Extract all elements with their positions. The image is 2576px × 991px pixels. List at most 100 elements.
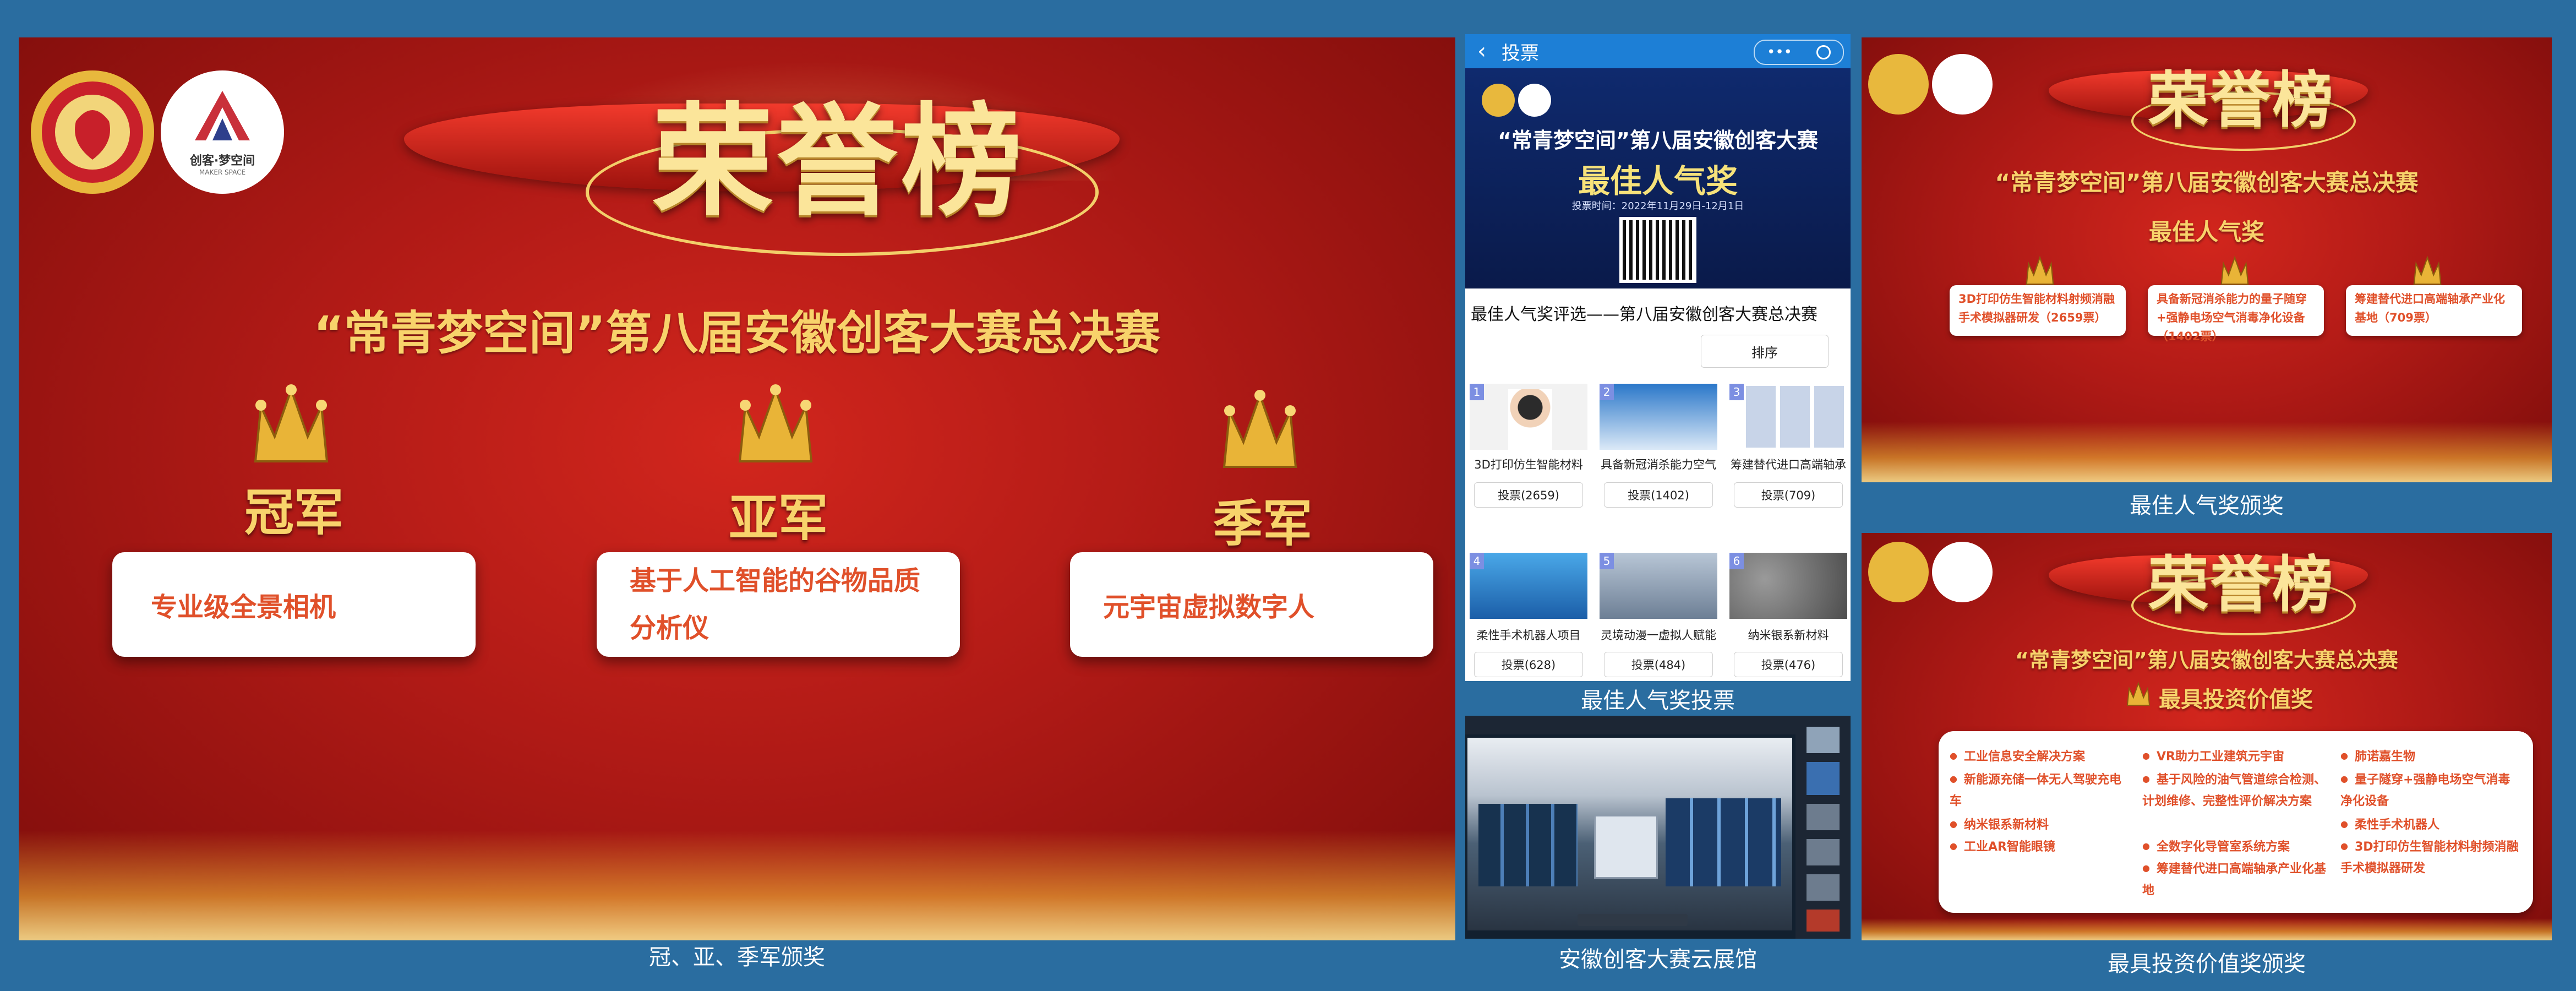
runner-up-card: 基于人工智能的谷物品质分析仪 xyxy=(597,552,960,657)
person-photo xyxy=(1508,389,1552,450)
vote-heading: 最佳人气奖评选——第八届安徽创客大赛总决赛 xyxy=(1471,305,1818,324)
bottom-glow xyxy=(1862,422,2552,482)
close-target-icon[interactable] xyxy=(1816,45,1831,59)
invest-item: 全数字化导管室系统方案 xyxy=(2142,837,2329,858)
alliance-logo xyxy=(31,70,154,194)
contest-title: “常青梦空间”第八届安徽创客大赛总决赛 xyxy=(313,306,1161,360)
back-icon[interactable]: ‹ xyxy=(1477,39,1486,64)
participant-avatar[interactable] xyxy=(1807,762,1840,795)
banner-award: 最佳人气奖 xyxy=(1578,162,1738,200)
main-honor-panel: 创客·梦空间 MAKER SPACE 荣誉榜 “常青梦空间”第八届安徽创客大赛总… xyxy=(19,37,1455,940)
entry-number: 4 xyxy=(1470,553,1484,569)
rank-label-third: 季军 xyxy=(1213,494,1312,553)
contest-title: “常青梦空间”第八届安徽创客大赛总决赛 xyxy=(2015,648,2398,672)
invest-item: 工业信息安全解决方案 xyxy=(1950,747,2131,768)
hall-3d-view xyxy=(1467,738,1792,930)
invest-item: 3D打印仿生智能材料射频消融手术模拟器研发 xyxy=(2340,837,2522,879)
sort-button[interactable]: 排序 xyxy=(1701,335,1829,368)
champion-project: 专业级全景相机 xyxy=(151,592,336,623)
honor-title: 荣誉榜 xyxy=(2148,64,2335,135)
popular-award-panel: 荣誉榜 “常青梦空间”第八届安徽创客大赛总决赛 最佳人气奖 3D打印仿生智能材料… xyxy=(1862,37,2552,482)
popular-winner-1: 3D打印仿生智能材料射频消融手术模拟器研发（2659票） xyxy=(1950,285,2126,336)
vote-phone-screen: ‹ 投票 ••• “常青梦空间”第八届安徽创客大赛 最佳人气奖 投票时间：202… xyxy=(1465,34,1851,681)
banner-logo xyxy=(1482,84,1515,117)
invest-item: 柔性手术机器人 xyxy=(2340,815,2522,836)
entry-name: 柔性手术机器人项目 xyxy=(1476,629,1581,642)
control-bar[interactable] xyxy=(1578,914,1688,926)
honor-title: 荣誉榜 xyxy=(2148,549,2335,620)
logo-text: 创客·梦空间 xyxy=(189,154,255,168)
third-project: 元宇宙虚拟数字人 xyxy=(1103,592,1315,623)
more-icon[interactable]: ••• xyxy=(1767,44,1792,61)
cloud-hall-screen xyxy=(1465,716,1851,939)
display-wall-left xyxy=(1478,804,1578,886)
award-title: 最佳人气奖 xyxy=(2148,219,2264,246)
entry-thumbnail[interactable]: 4 xyxy=(1470,553,1587,619)
runner-up-project: 基于人工智能的谷物品质分析仪 xyxy=(630,565,921,644)
entry-number: 1 xyxy=(1470,384,1484,400)
qr-code xyxy=(1619,217,1696,283)
vote-button[interactable]: 投票(1402) xyxy=(1604,482,1713,508)
entry-thumbnail[interactable]: 1 xyxy=(1470,384,1587,450)
display-wall-center xyxy=(1594,815,1658,879)
popular-winner-3: 筹建替代进口高端轴承产业化基地（709票） xyxy=(2346,285,2522,336)
entry-thumbnail[interactable]: 3 xyxy=(1729,384,1847,450)
cloud-hall-caption: 安徽创客大赛云展馆 xyxy=(1559,947,1757,972)
banner-title: “常青梦空间”第八届安徽创客大赛 xyxy=(1498,128,1818,153)
rank-label-champion: 冠军 xyxy=(244,483,343,542)
changqing-logo xyxy=(1932,54,1993,115)
entry-thumbnail[interactable]: 6 xyxy=(1729,553,1847,619)
logo-subtext: MAKER SPACE xyxy=(199,168,246,176)
bottom-glow xyxy=(19,830,1455,940)
team-photos xyxy=(1746,386,1845,448)
award-title: 最具投资价值奖 xyxy=(2159,687,2313,712)
entry-thumbnail[interactable]: 5 xyxy=(1600,553,1717,619)
participant-avatar[interactable] xyxy=(1807,874,1840,901)
vote-button[interactable]: 投票(709) xyxy=(1734,482,1843,508)
participant-avatar[interactable] xyxy=(1807,804,1840,830)
phone-top-bar: ‹ 投票 ••• xyxy=(1465,34,1851,68)
popular-winner-2: 具备新冠消杀能力的量子随穿+强静电场空气消毒净化设备（1402票） xyxy=(2148,285,2324,343)
display-wall-right xyxy=(1666,798,1781,886)
participant-avatar[interactable] xyxy=(1807,727,1840,753)
entry-name: 纳米银系新材料 xyxy=(1748,629,1829,642)
invest-item: VR助力工业建筑元宇宙 xyxy=(2142,747,2329,768)
crown-icon xyxy=(2026,255,2054,285)
phone-title: 投票 xyxy=(1502,42,1539,64)
crown-icon xyxy=(738,384,813,462)
participant-list xyxy=(1795,716,1851,939)
vote-button[interactable]: 投票(628) xyxy=(1474,652,1583,677)
popular-caption: 最佳人气奖颁奖 xyxy=(2130,493,2284,519)
entry-number: 2 xyxy=(1600,384,1614,400)
entry-number: 5 xyxy=(1600,553,1614,569)
alliance-logo xyxy=(1868,542,1929,602)
bottom-glow xyxy=(1862,918,2552,940)
entry-thumbnail[interactable]: 2 xyxy=(1600,384,1717,450)
entry-number: 3 xyxy=(1729,384,1744,400)
champion-card: 专业级全景相机 xyxy=(112,552,476,657)
alliance-logo xyxy=(1868,54,1929,115)
rank-label-runner-up: 亚军 xyxy=(729,489,828,547)
honor-title: 荣誉榜 xyxy=(652,90,1025,232)
vote-button[interactable]: 投票(476) xyxy=(1734,652,1843,677)
entry-name: 3D打印仿生智能材料 xyxy=(1474,458,1583,471)
participant-avatar[interactable] xyxy=(1807,839,1840,865)
invest-item: 纳米银系新材料 xyxy=(1950,815,2131,836)
vote-button[interactable]: 投票(484) xyxy=(1604,652,1713,677)
invest-item: 新能源充储一体无人驾驶充电车 xyxy=(1950,770,2131,812)
participant-avatar[interactable] xyxy=(1807,910,1840,932)
banner-date: 投票时间：2022年11月29日-12月1日 xyxy=(1571,200,1744,212)
vote-caption: 最佳人气奖投票 xyxy=(1581,688,1735,714)
invest-caption: 最具投资价值奖颁奖 xyxy=(2108,951,2306,977)
invest-item: 筹建替代进口高端轴承产业化基地 xyxy=(2142,859,2329,901)
crown-icon xyxy=(2220,255,2249,285)
third-card: 元宇宙虚拟数字人 xyxy=(1070,552,1433,657)
banner-logo-2 xyxy=(1518,84,1551,117)
vote-button[interactable]: 投票(2659) xyxy=(1474,482,1583,508)
crown-icon xyxy=(1222,390,1297,468)
invest-item: 工业AR智能眼镜 xyxy=(1950,837,2131,858)
entry-name: 具备新冠消杀能力空气 xyxy=(1601,458,1716,471)
entry-number: 6 xyxy=(1729,553,1744,569)
main-caption: 冠、亚、季军颁奖 xyxy=(649,945,825,970)
invest-item: 肺诺嘉生物 xyxy=(2340,747,2522,768)
